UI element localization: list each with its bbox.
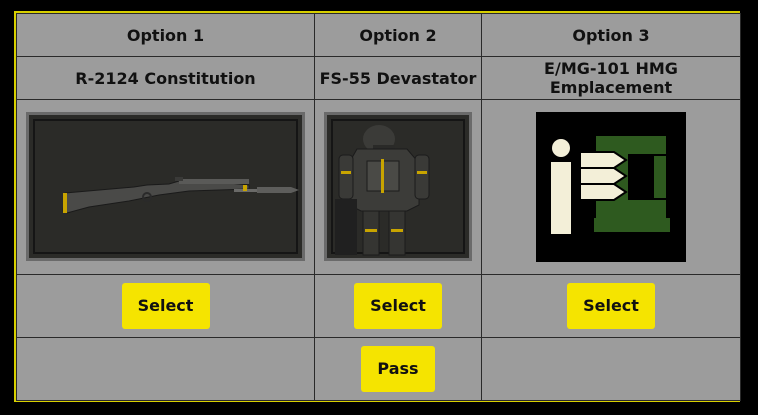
hmg-emplacement-icon	[536, 111, 686, 262]
option-1-select-cell: Select	[16, 273, 315, 338]
option-3-select-cell: Select	[481, 273, 741, 338]
image-row	[16, 99, 741, 275]
option-1-image-cell	[16, 99, 315, 275]
pass-cell: Pass	[314, 336, 482, 402]
empty-cell-right	[481, 336, 741, 402]
pass-button[interactable]: Pass	[361, 345, 435, 392]
option-3-image-cell	[481, 99, 741, 275]
option-2-name: FS-55 Devastator	[314, 56, 482, 101]
option-3-name: E/MG-101 HMG Emplacement	[481, 56, 741, 101]
name-row: R-2124 Constitution FS-55 Devastator E/M…	[16, 56, 741, 101]
pass-row: Pass	[16, 336, 741, 402]
header-row: Option 1 Option 2 Option 3	[16, 12, 741, 58]
option-2-select-cell: Select	[314, 273, 482, 338]
option-table: Option 1 Option 2 Option 3 R-2124 Consti…	[16, 12, 741, 402]
empty-cell-left	[16, 336, 315, 402]
select-row: Select Select Select	[16, 273, 741, 338]
rifle-image	[26, 112, 305, 262]
option-1-name: R-2124 Constitution	[16, 56, 315, 101]
select-option-3-button[interactable]: Select	[567, 282, 655, 329]
option-table-frame: Option 1 Option 2 Option 3 R-2124 Consti…	[14, 11, 741, 402]
armor-image	[324, 112, 472, 262]
column-header-option-2: Option 2	[314, 12, 482, 58]
select-option-2-button[interactable]: Select	[354, 282, 442, 329]
option-2-image-cell	[314, 99, 482, 275]
column-header-option-1: Option 1	[16, 12, 315, 58]
column-header-option-3: Option 3	[481, 12, 741, 58]
select-option-1-button[interactable]: Select	[121, 282, 210, 329]
